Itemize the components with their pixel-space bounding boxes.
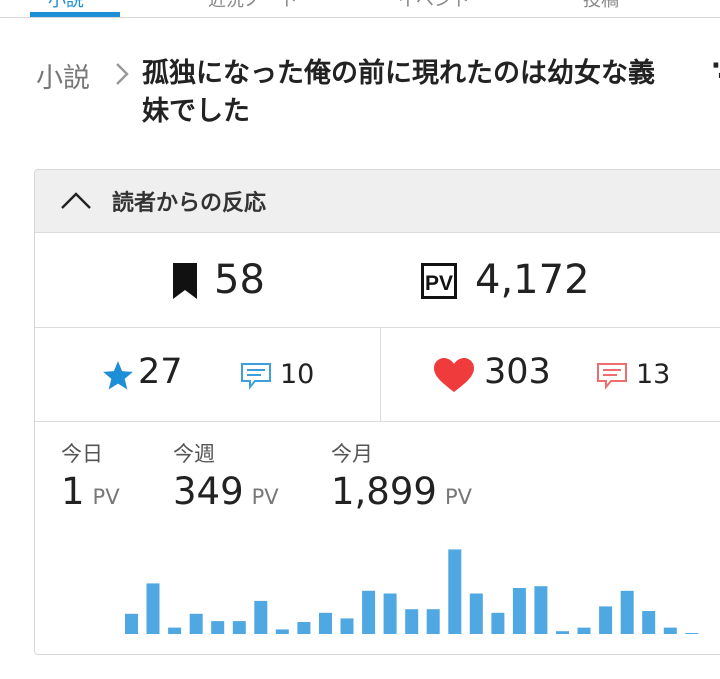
- star-icon: [103, 361, 133, 390]
- pv-bar-day-24: [620, 590, 634, 634]
- rating-row: 27 10 303 13: [35, 328, 720, 422]
- cheer-comment-icon: [597, 363, 627, 390]
- pv-week-value: 349: [173, 470, 244, 513]
- star-count[interactable]: 27: [138, 352, 183, 392]
- pv-bar-day-22: [577, 627, 591, 634]
- pv-week-unit: PV: [251, 485, 279, 509]
- reader-reactions-panel: 読者からの反応 58 PV 4,172 27 10 303 13 今日 1 PV…: [34, 169, 720, 655]
- chevron-up-icon[interactable]: [59, 189, 93, 213]
- pv-bar-day-10: [319, 612, 332, 634]
- chevron-right-icon: [116, 63, 129, 85]
- daily-pv-bar-chart: [125, 549, 699, 634]
- pv-bar-day-19: [512, 588, 526, 634]
- pv-bar-day-5: [211, 621, 225, 634]
- pv-bar-day-3: [168, 627, 182, 634]
- pv-bar-day-11: [340, 618, 354, 634]
- pv-icon: PV: [421, 263, 457, 299]
- review-comment-icon: [241, 363, 271, 390]
- pv-bar-day-26: [663, 627, 677, 634]
- pv-bar-day-20: [534, 586, 548, 634]
- pv-bar-day-2: [146, 583, 160, 634]
- tab-events[interactable]: イベント: [398, 0, 470, 12]
- pv-bar-day-23: [599, 606, 613, 634]
- row-divider: [380, 328, 381, 421]
- pv-week: 今週 349 PV: [173, 438, 279, 513]
- pv-bar-day-18: [491, 612, 505, 634]
- novel-title[interactable]: 孤独になった俺の前に現れたのは幼女な義妹でした: [142, 55, 662, 131]
- pv-month-value: 1,899: [331, 470, 437, 513]
- pv-bar-day-15: [426, 609, 440, 634]
- pv-bar-day-7: [254, 600, 268, 634]
- bookmark-pv-row: 58 PV 4,172: [35, 233, 720, 328]
- bookmark-count: 58: [214, 257, 265, 303]
- pv-week-label: 今週: [173, 442, 215, 466]
- total-pv-count: 4,172: [475, 257, 590, 303]
- heart-icon: [434, 358, 474, 392]
- pv-bar-day-6: [232, 621, 246, 634]
- pv-month-label: 今月: [331, 442, 373, 466]
- pv-bar-day-14: [405, 609, 419, 634]
- clipped-edge-glyph: ∵: [712, 56, 720, 87]
- pv-bar-day-13: [383, 593, 397, 634]
- pv-bar-day-17: [469, 593, 483, 634]
- pv-today-value: 1: [61, 470, 85, 513]
- active-tab-indicator: [30, 12, 120, 17]
- tab-novels[interactable]: 小説: [48, 0, 84, 12]
- cheer-comment-count[interactable]: 13: [636, 359, 670, 390]
- bookmark-icon: [173, 263, 197, 299]
- pv-bar-day-27: [685, 633, 699, 634]
- breadcrumb-section[interactable]: 小説: [36, 56, 90, 95]
- pv-bar-day-8: [275, 629, 289, 634]
- pv-bar-day-1: [125, 613, 138, 634]
- pv-bar-day-21: [556, 631, 569, 634]
- pv-today-label: 今日: [61, 442, 103, 466]
- tab-activity-notes[interactable]: 近況ノート: [208, 0, 298, 12]
- reactions-header[interactable]: 読者からの反応: [35, 170, 720, 233]
- pv-bar-day-16: [448, 549, 462, 634]
- pv-bar-day-4: [189, 613, 203, 634]
- heart-count[interactable]: 303: [484, 352, 551, 392]
- pv-month-unit: PV: [444, 485, 472, 509]
- review-count[interactable]: 10: [280, 359, 314, 390]
- pv-bar-day-9: [297, 622, 311, 634]
- tab-post[interactable]: 投稿: [583, 0, 619, 12]
- pv-bar-day-25: [642, 611, 656, 634]
- pv-month: 今月 1,899 PV: [331, 438, 472, 513]
- pv-today-unit: PV: [92, 485, 120, 509]
- svg-text:PV: PV: [425, 272, 453, 295]
- pv-bar-day-12: [362, 590, 376, 634]
- top-tab-bar: 小説 近況ノート イベント 投稿: [0, 0, 720, 18]
- pv-today: 今日 1 PV: [61, 438, 120, 513]
- reactions-header-title: 読者からの反応: [112, 191, 267, 216]
